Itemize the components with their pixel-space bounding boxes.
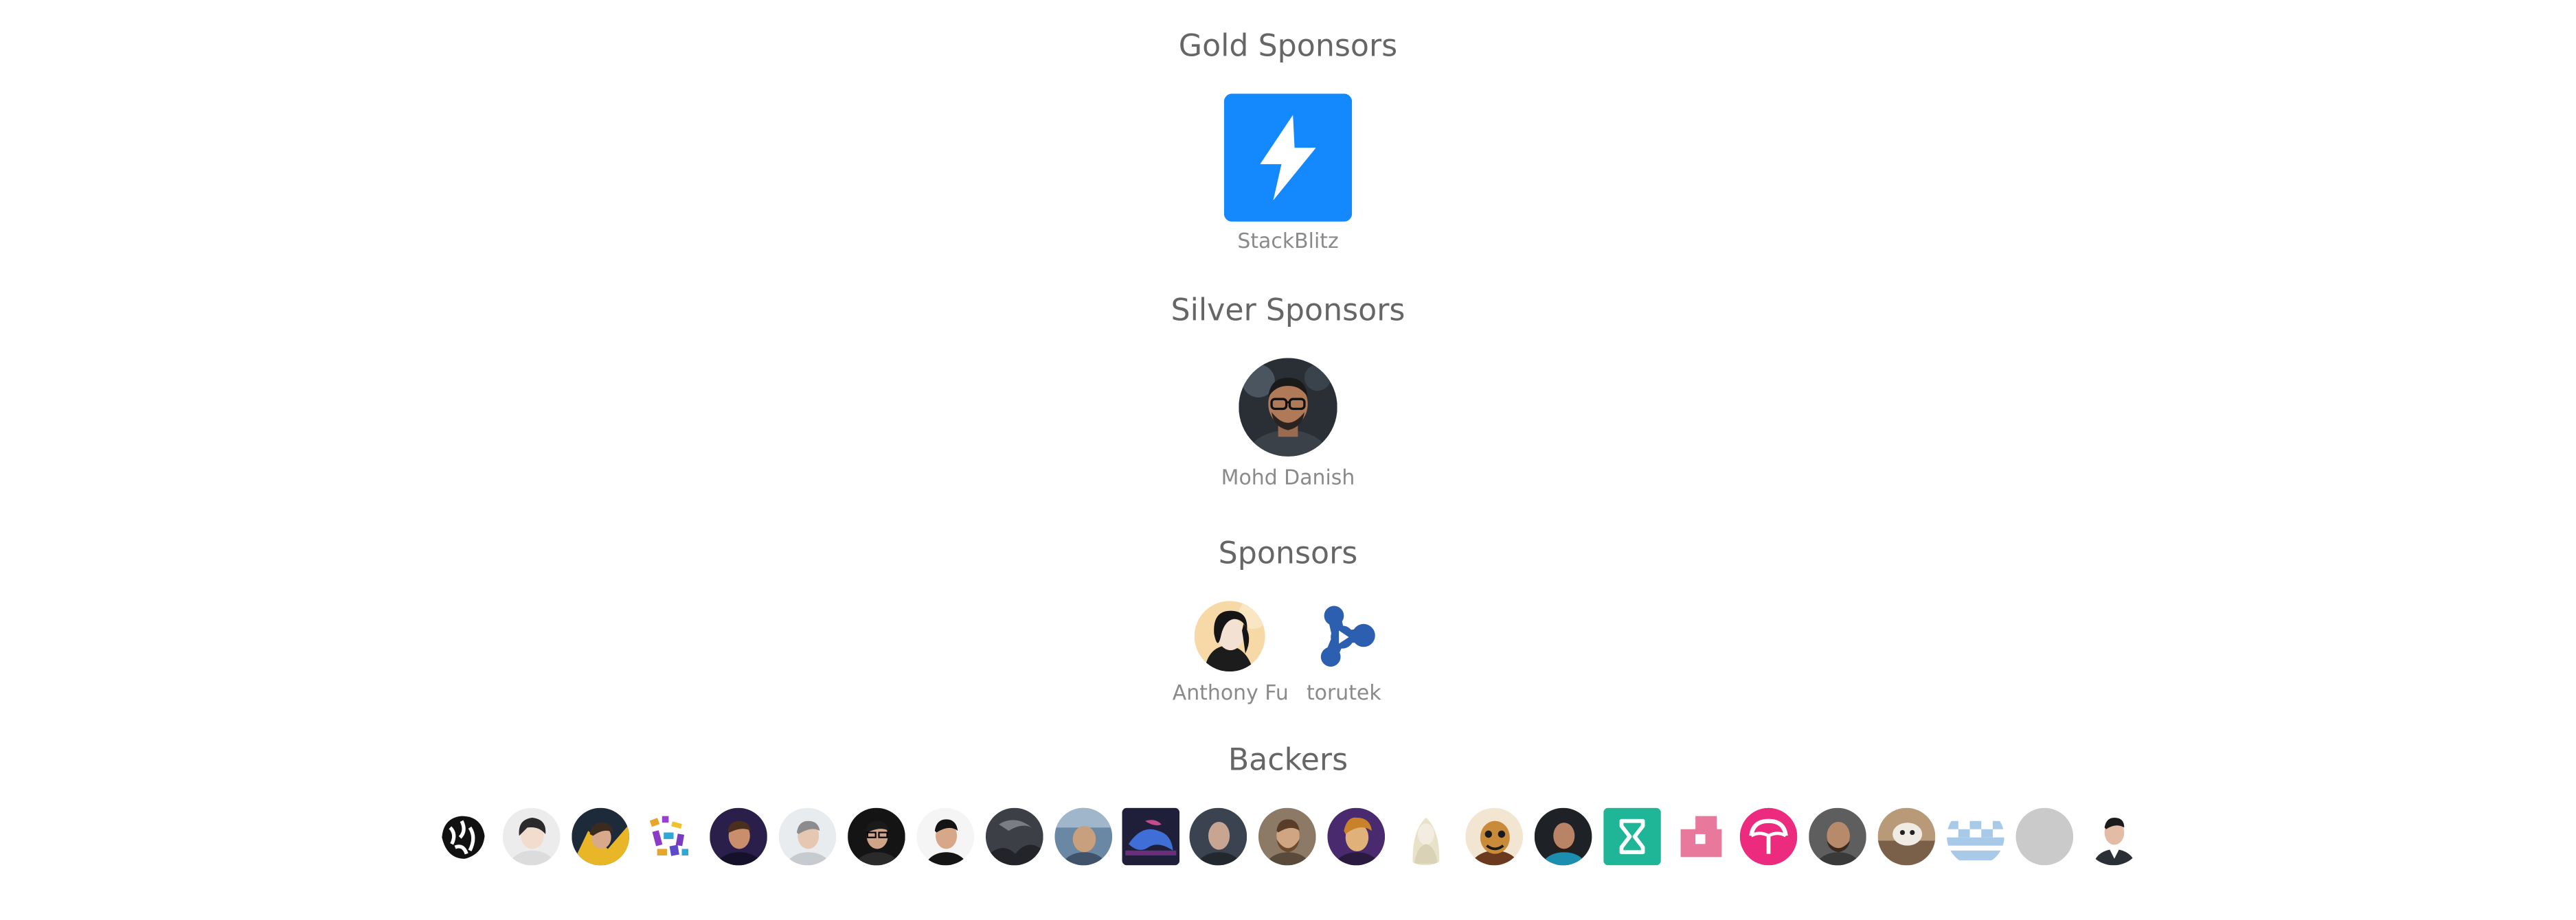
backer-avatar-icon xyxy=(2084,807,2143,866)
backer-avatar[interactable] xyxy=(2084,807,2143,866)
backer-avatar[interactable] xyxy=(1054,807,1113,866)
backer-pattern-icon xyxy=(1947,807,2004,866)
stackblitz-sponsor-logo[interactable] xyxy=(1223,93,1353,222)
backer-avatar-icon xyxy=(985,807,1043,866)
backer-logo-icon xyxy=(1122,807,1180,866)
backer-avatar[interactable] xyxy=(1739,807,1798,866)
backer-avatar-icon xyxy=(572,807,629,866)
backer-avatar[interactable] xyxy=(778,807,837,866)
backer-avatar-icon xyxy=(433,807,492,866)
backer-avatar[interactable] xyxy=(1122,807,1180,866)
backer-avatar-icon xyxy=(1054,807,1113,866)
backers-avatar-row xyxy=(0,807,2576,866)
umbrella-logo-icon xyxy=(1739,807,1798,866)
backer-avatar-icon xyxy=(1327,807,1386,866)
backer-avatar[interactable] xyxy=(1947,807,2004,866)
backer-avatar[interactable] xyxy=(1672,807,1730,866)
backer-avatar-icon xyxy=(848,807,905,866)
backer-avatar[interactable] xyxy=(1258,807,1316,866)
torutek-logo-icon xyxy=(1309,601,1380,672)
backer-avatar[interactable] xyxy=(433,807,492,866)
backer-avatar-icon xyxy=(710,807,767,866)
backer-avatar[interactable] xyxy=(916,807,975,866)
backer-avatar-icon xyxy=(502,807,561,866)
backer-avatar[interactable] xyxy=(710,807,767,866)
backer-avatar-icon xyxy=(1809,807,1866,866)
hourglass-logo-icon xyxy=(1603,807,1661,866)
backer-avatar-icon xyxy=(1258,807,1316,866)
anthony-fu-avatar[interactable] xyxy=(1194,601,1265,672)
backer-avatar[interactable] xyxy=(1465,807,1524,866)
torutek-logo[interactable] xyxy=(1309,601,1380,672)
backer-logo-icon xyxy=(1672,807,1730,866)
torutek-name[interactable]: torutek xyxy=(1262,680,1426,706)
backers-heading: Backers xyxy=(1228,744,1348,779)
backer-placeholder-icon xyxy=(2015,807,2074,866)
backer-avatar-icon xyxy=(916,807,975,866)
stackblitz-name[interactable]: StackBlitz xyxy=(1124,228,1452,254)
backer-avatar-icon xyxy=(778,807,837,866)
backer-avatar[interactable] xyxy=(1809,807,1866,866)
backer-avatar[interactable] xyxy=(1603,807,1661,866)
backer-avatar[interactable] xyxy=(502,807,561,866)
backer-avatar[interactable] xyxy=(1189,807,1247,866)
backer-avatar[interactable] xyxy=(572,807,629,866)
backer-avatar-icon xyxy=(1189,807,1247,866)
backer-avatar[interactable] xyxy=(848,807,905,866)
backer-avatar-icon xyxy=(1396,807,1454,866)
person-illustration-icon xyxy=(1194,601,1265,672)
backer-logo-icon xyxy=(640,807,699,866)
silver-sponsors-heading: Silver Sponsors xyxy=(1171,294,1405,329)
sponsors-heading: Sponsors xyxy=(1218,537,1358,572)
backer-avatar[interactable] xyxy=(640,807,699,866)
person-photo-icon xyxy=(1239,358,1337,457)
backer-avatar-icon xyxy=(1465,807,1524,866)
backer-avatar[interactable] xyxy=(1327,807,1386,866)
mohd-danish-avatar[interactable] xyxy=(1239,358,1337,457)
mohd-danish-name[interactable]: Mohd Danish xyxy=(1124,465,1452,491)
lightning-bolt-icon xyxy=(1223,93,1353,222)
sponsors-panel: Gold Sponsors StackBlitz Silver Sponsors… xyxy=(0,0,2576,919)
backer-avatar[interactable] xyxy=(985,807,1043,866)
gold-sponsors-heading: Gold Sponsors xyxy=(1178,30,1398,65)
backer-avatar[interactable] xyxy=(1877,807,1936,866)
backer-avatar[interactable] xyxy=(1396,807,1454,866)
backer-avatar-icon xyxy=(1534,807,1592,866)
backer-avatar[interactable] xyxy=(2015,807,2074,866)
backer-avatar-icon xyxy=(1877,807,1936,866)
backer-avatar[interactable] xyxy=(1534,807,1592,866)
